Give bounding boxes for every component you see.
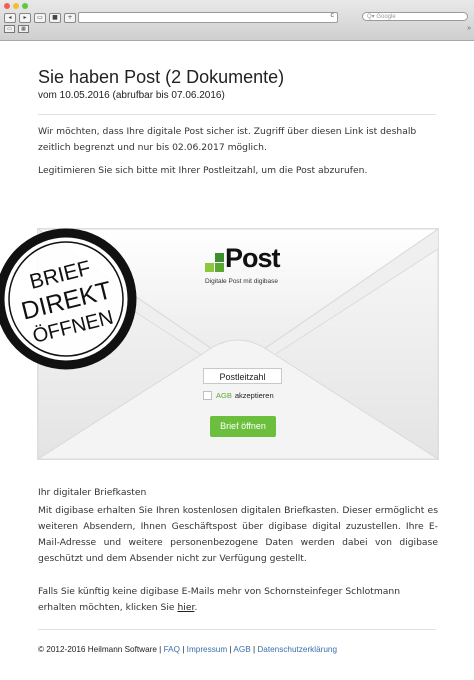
instruction-paragraph: Legitimieren Sie sich bitte mit Ihrer Po… [38, 165, 368, 176]
new-tab-icon[interactable]: + [64, 13, 76, 23]
agb-label: akzeptieren [234, 391, 274, 400]
unsubscribe-paragraph: Falls Sie künftig keine digibase E-Mails… [38, 584, 438, 616]
forward-button[interactable]: ▸ [19, 13, 31, 23]
back-button[interactable]: ◂ [4, 13, 16, 23]
bookmark-icon[interactable]: ■ [49, 13, 61, 23]
nav-buttons: ◂ ▸ ▭ ■ + [4, 13, 76, 23]
faq-link[interactable]: FAQ [164, 645, 180, 654]
search-input[interactable]: Q▾ Google [362, 12, 468, 21]
copyright-text: © 2012-2016 Heilmann Software | [38, 645, 164, 654]
logo-wordmark: Post [225, 243, 281, 273]
overflow-icon[interactable]: » [467, 25, 471, 32]
grid-icon[interactable]: ▦ [18, 25, 29, 33]
privacy-link[interactable]: Datenschutzerklärung [257, 645, 337, 654]
postcode-field[interactable]: Postleitzahl [203, 368, 282, 384]
open-letter-button[interactable]: Brief öffnen [210, 416, 276, 437]
unsubscribe-text: Falls Sie künftig keine digibase E-Mails… [38, 586, 401, 613]
agb-consent: AGB akzeptieren [203, 391, 274, 400]
stamp-badge: BRIEF DIREKT ÖFFNEN [0, 228, 137, 370]
unsubscribe-end: . [194, 602, 198, 613]
impressum-link[interactable]: Impressum [187, 645, 228, 654]
intro-paragraph: Wir möchten, dass Ihre digitale Post sic… [38, 126, 417, 153]
divider [38, 114, 436, 115]
unsubscribe-link[interactable]: hier [177, 602, 194, 613]
mailbox-heading: Ihr digitaler Briefkasten [38, 487, 147, 498]
reload-icon[interactable]: c [331, 12, 335, 19]
mailbox-paragraph: Mit digibase erhalten Sie Ihren kostenlo… [38, 505, 438, 564]
bookmarks-bar: ▭ ▦ [4, 25, 29, 33]
browser-toolbar: ◂ ▸ ▭ ■ + c Q▾ Google ▭ ▦ » [0, 0, 474, 41]
minimize-window-button[interactable] [13, 3, 19, 9]
agb-checkbox[interactable] [203, 391, 212, 400]
address-bar[interactable]: c [78, 12, 338, 23]
agb-footer-link[interactable]: AGB [233, 645, 250, 654]
logo-squares-icon [205, 253, 224, 272]
footer-divider [38, 629, 436, 630]
footer-separator: | [179, 645, 187, 654]
reading-list-icon[interactable]: ▭ [4, 25, 15, 33]
footer: © 2012-2016 Heilmann Software | FAQ | Im… [38, 645, 337, 654]
zoom-window-button[interactable] [22, 3, 28, 9]
window-controls [4, 3, 28, 9]
close-window-button[interactable] [4, 3, 10, 9]
availability-text: vom 10.05.2016 (abrufbar bis 07.06.2016) [38, 90, 225, 101]
share-icon[interactable]: ▭ [34, 13, 46, 23]
logo-tagline: Digitale Post mit digibase [205, 278, 278, 285]
page-title: Sie haben Post (2 Dokumente) [38, 67, 285, 87]
agb-link[interactable]: AGB [216, 391, 232, 400]
